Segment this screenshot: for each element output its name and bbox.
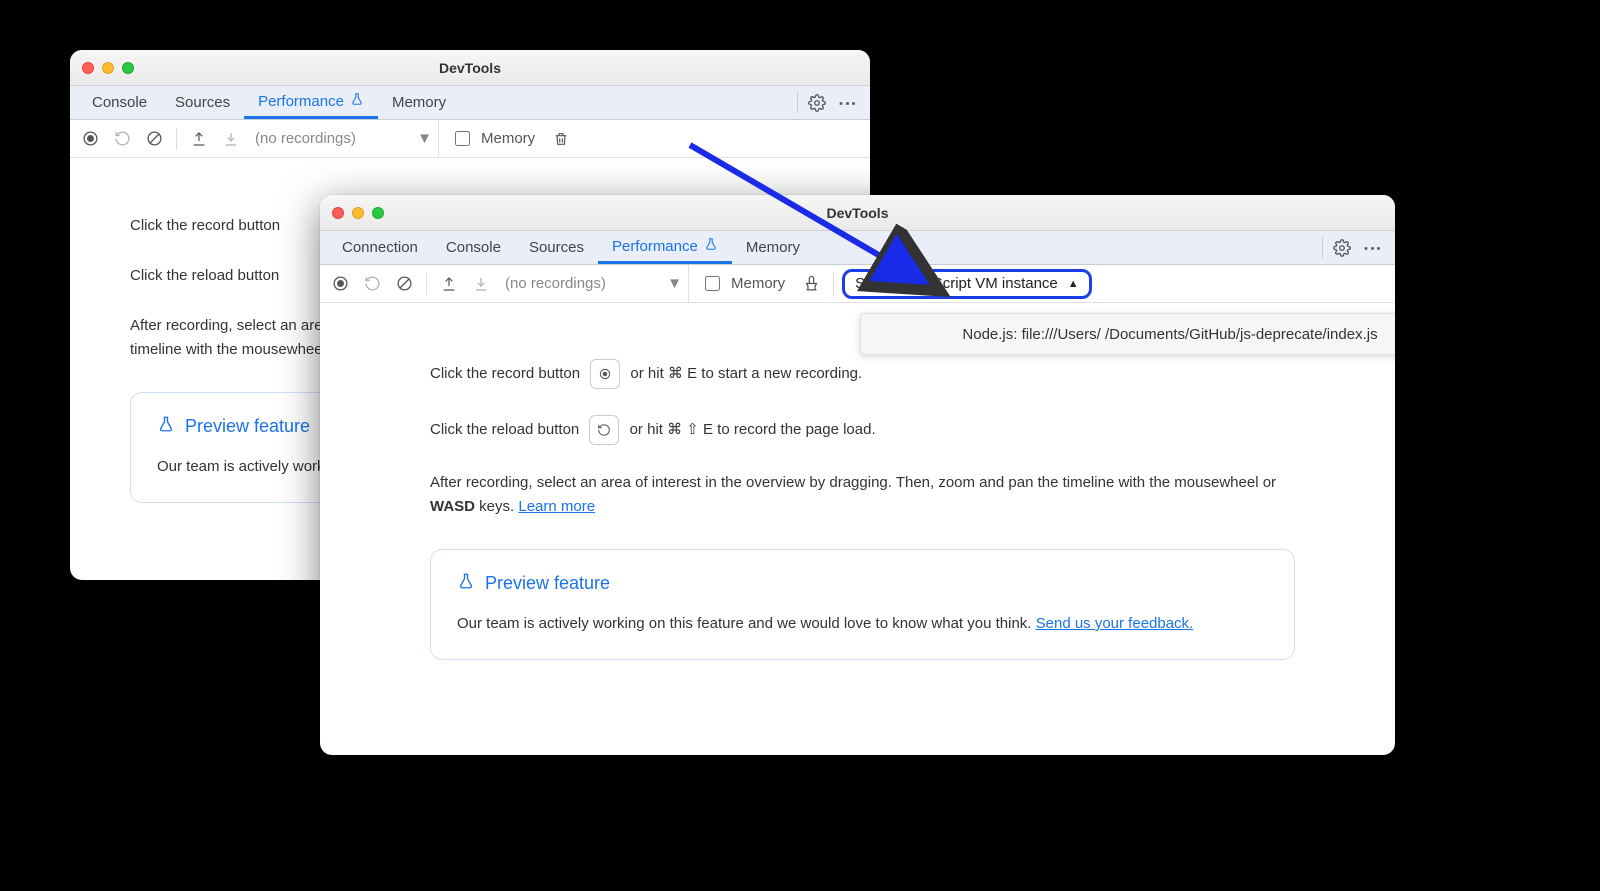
tab-label: Performance	[258, 93, 344, 110]
hint-text: Click the record button	[430, 365, 584, 382]
close-window-icon[interactable]	[332, 207, 344, 219]
traffic-lights	[82, 62, 134, 74]
tab-console[interactable]: Console	[432, 231, 515, 264]
hint-text: Click the reload button	[430, 421, 583, 438]
perf-toolbar: (no recordings) ▼ Memory	[70, 120, 870, 158]
tab-sources[interactable]: Sources	[161, 86, 244, 119]
recordings-placeholder: (no recordings)	[255, 130, 356, 147]
preview-body-text: Our team is actively working on this fea…	[457, 615, 1036, 632]
chevron-up-icon: ▲	[1068, 278, 1079, 290]
memory-checkbox-label: Memory	[481, 130, 535, 147]
window-title: DevTools	[70, 60, 870, 76]
perf-toolbar: (no recordings) ▼ Memory Select JavaScri…	[320, 265, 1395, 303]
recordings-dropdown[interactable]: (no recordings) ▼	[249, 120, 439, 157]
tab-console[interactable]: Console	[78, 86, 161, 119]
hint-text: After recording, select an area of inter…	[430, 474, 1276, 491]
perf-panel-body: Click the record button or hit ⌘ E to st…	[320, 303, 1395, 755]
recordings-placeholder: (no recordings)	[505, 275, 606, 292]
download-button[interactable]	[217, 125, 245, 153]
flask-icon	[350, 92, 364, 110]
hint-after: After recording, select an area of inter…	[430, 471, 1295, 519]
reload-icon-inline	[589, 415, 619, 445]
clear-button[interactable]	[390, 270, 418, 298]
flask-icon	[157, 415, 175, 438]
preview-feature-card: Preview feature Our team is actively wor…	[430, 549, 1295, 660]
vm-instance-option[interactable]: Node.js: file:///Users/ /Documents/GitHu…	[860, 313, 1395, 355]
minimize-window-icon[interactable]	[352, 207, 364, 219]
wasd-keys: WASD	[430, 498, 475, 515]
memory-checkbox-label: Memory	[731, 275, 785, 292]
tab-memory[interactable]: Memory	[378, 86, 460, 119]
tab-performance[interactable]: Performance	[598, 231, 732, 264]
zoom-window-icon[interactable]	[122, 62, 134, 74]
chevron-down-icon: ▼	[667, 275, 682, 292]
minimize-window-icon[interactable]	[102, 62, 114, 74]
more-menu-icon[interactable]: ⋮	[1356, 233, 1389, 263]
preview-title: Preview feature	[185, 416, 310, 437]
clear-button[interactable]	[140, 125, 168, 153]
settings-button[interactable]	[802, 86, 832, 119]
delete-button[interactable]	[547, 125, 575, 153]
recordings-dropdown[interactable]: (no recordings) ▼	[499, 265, 689, 302]
hint-text: or hit ⌘ E to start a new recording.	[630, 365, 862, 382]
traffic-lights	[332, 207, 384, 219]
tab-bar: Connection Console Sources Performance M…	[320, 231, 1395, 265]
record-icon-inline	[590, 359, 620, 389]
vm-option-text: Node.js: file:///Users/ /Documents/GitHu…	[962, 326, 1377, 343]
tab-bar: Console Sources Performance Memory ⋮	[70, 86, 870, 120]
hint-text: or hit ⌘ ⇧ E to record the page load.	[630, 421, 876, 438]
select-vm-label: Select JavaScript VM instance	[855, 275, 1058, 292]
memory-checkbox-input[interactable]	[705, 276, 720, 291]
collect-garbage-button[interactable]	[797, 270, 825, 298]
settings-button[interactable]	[1327, 231, 1357, 264]
tab-memory[interactable]: Memory	[732, 231, 814, 264]
memory-checkbox-input[interactable]	[455, 131, 470, 146]
memory-checkbox[interactable]: Memory	[443, 128, 543, 149]
select-vm-dropdown[interactable]: Select JavaScript VM instance ▲	[842, 269, 1091, 299]
preview-body: Our team is actively working on this fea…	[457, 611, 1268, 637]
hint-text: keys.	[475, 498, 518, 515]
upload-button[interactable]	[185, 125, 213, 153]
preview-title: Preview feature	[485, 573, 610, 594]
window-title: DevTools	[320, 205, 1395, 221]
more-menu-icon[interactable]: ⋮	[831, 88, 864, 118]
record-button[interactable]	[76, 125, 104, 153]
titlebar: DevTools	[320, 195, 1395, 231]
titlebar: DevTools	[70, 50, 870, 86]
tab-connection[interactable]: Connection	[328, 231, 432, 264]
reload-button[interactable]	[108, 125, 136, 153]
record-button[interactable]	[326, 270, 354, 298]
tab-performance[interactable]: Performance	[244, 86, 378, 119]
hint-record: Click the record button or hit ⌘ E to st…	[430, 359, 1295, 389]
learn-more-link[interactable]: Learn more	[518, 498, 595, 515]
feedback-link[interactable]: Send us your feedback.	[1036, 615, 1194, 632]
tab-sources[interactable]: Sources	[515, 231, 598, 264]
tab-label: Performance	[612, 238, 698, 255]
close-window-icon[interactable]	[82, 62, 94, 74]
chevron-down-icon: ▼	[417, 130, 432, 147]
reload-button[interactable]	[358, 270, 386, 298]
flask-icon	[457, 572, 475, 595]
devtools-window-front: DevTools Connection Console Sources Perf…	[320, 195, 1395, 755]
download-button[interactable]	[467, 270, 495, 298]
preview-feature-heading: Preview feature	[457, 572, 1268, 595]
upload-button[interactable]	[435, 270, 463, 298]
memory-checkbox[interactable]: Memory	[693, 273, 793, 294]
flask-icon	[704, 237, 718, 255]
zoom-window-icon[interactable]	[372, 207, 384, 219]
hint-reload: Click the reload button or hit ⌘ ⇧ E to …	[430, 415, 1295, 445]
